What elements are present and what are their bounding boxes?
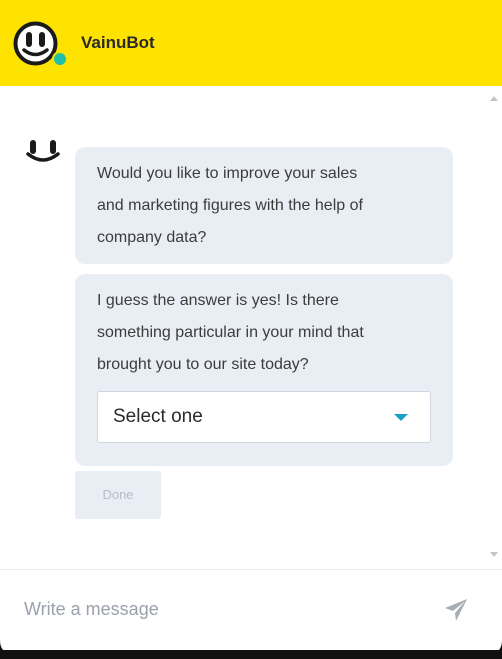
select-value: Select one — [113, 406, 203, 427]
send-icon[interactable] — [443, 597, 469, 623]
online-status-indicator — [52, 51, 68, 67]
window-bottom-edge — [0, 650, 502, 659]
scroll-down-arrow-icon[interactable] — [490, 552, 498, 557]
bot-message: I guess the answer is yes! Is there some… — [75, 274, 453, 466]
done-button[interactable]: Done — [75, 471, 161, 519]
chat-widget: VainuBot Would you like to improve your … — [0, 0, 502, 659]
corner-decoration — [488, 640, 502, 654]
message-line: Would you like to improve your sales — [97, 165, 358, 182]
message-line: and marketing figures with the help of — [97, 197, 363, 214]
reason-select[interactable]: Select one — [97, 391, 431, 443]
message-line: I guess the answer is yes! Is there — [97, 292, 339, 309]
bot-avatar-icon — [26, 140, 60, 162]
scroll-up-arrow-icon[interactable] — [490, 96, 498, 101]
bot-message: Would you like to improve your sales and… — [75, 147, 453, 264]
message-list: Would you like to improve your sales and… — [0, 86, 484, 569]
caret-down-icon — [394, 414, 408, 421]
corner-decoration — [0, 640, 14, 654]
message-scrollbar[interactable] — [484, 86, 502, 569]
message-line: company data? — [97, 229, 207, 246]
message-composer — [0, 570, 502, 650]
bot-name: VainuBot — [81, 33, 155, 52]
message-line: something particular in your mind that — [97, 324, 364, 341]
chat-header: VainuBot — [0, 0, 502, 86]
message-line: brought you to our site today? — [97, 356, 309, 373]
message-input[interactable] — [24, 596, 424, 622]
